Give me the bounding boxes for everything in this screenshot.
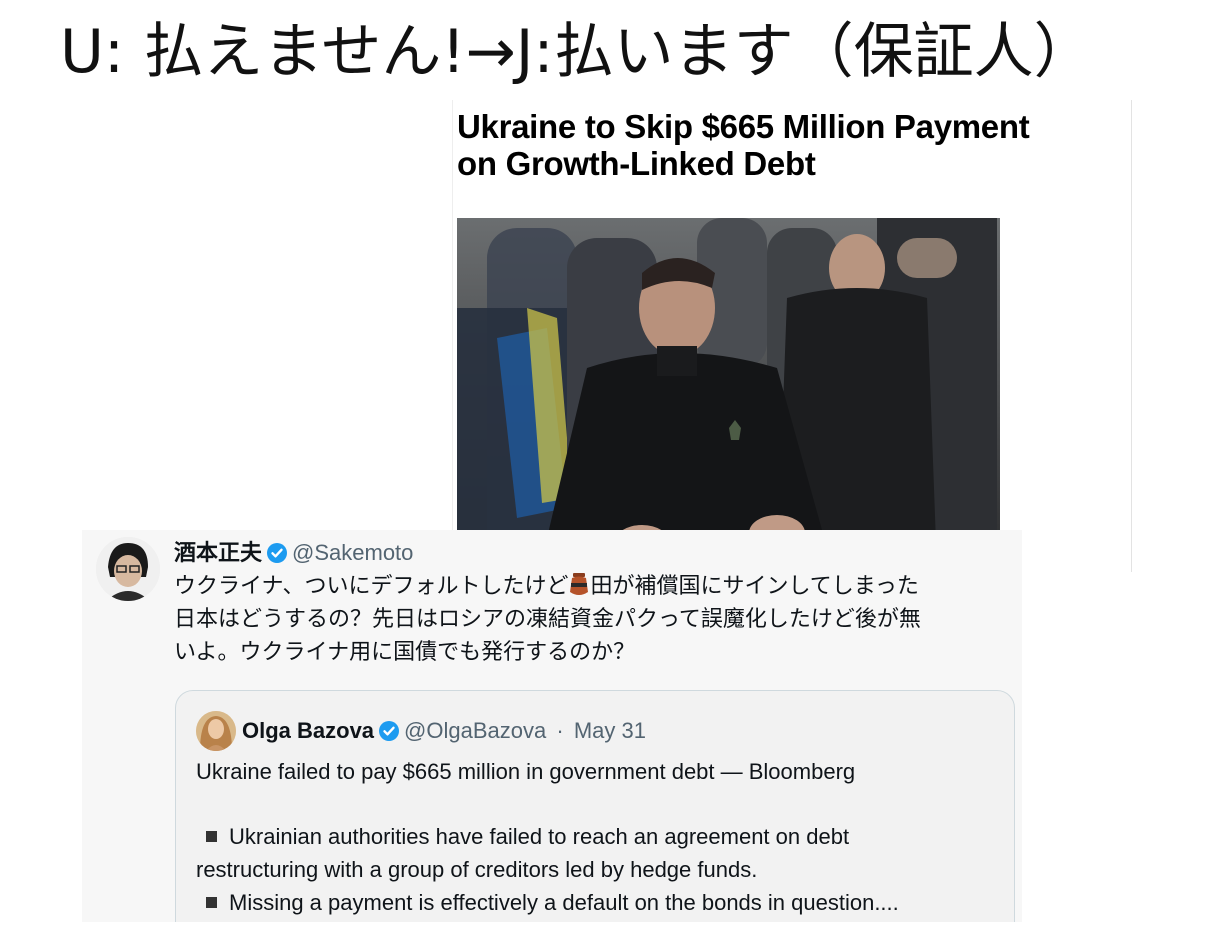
quote-header: Olga Bazova @OlgaBazova · May 31 [242,713,646,749]
quote-bullet-1-line-2: restructuring with a group of creditors … [196,857,758,882]
quote-body: Ukraine failed to pay $665 million in go… [196,755,1006,919]
quote-lead: Ukraine failed to pay $665 million in go… [196,759,856,784]
quote-bullet-1-line-1: Ukrainian authorities have failed to rea… [196,820,1006,853]
verified-badge-icon [267,543,288,563]
quoted-tweet[interactable]: Olga Bazova @OlgaBazova · May 31 Ukraine … [175,690,1015,922]
tweet-text-line-1: ウクライナ、ついにデフォルトしたけど 田が補償国にサインしてしまった [174,573,919,599]
quote-author-handle[interactable]: @OlgaBazova [404,718,546,743]
news-card: Ukraine to Skip $665 Million Payment on … [452,100,1132,572]
slide-title: U: 払えません!→J:払います（保証人） [60,17,1094,87]
quote-author-name[interactable]: Olga Bazova [242,718,374,743]
square-bullet-icon [206,831,217,843]
avatar[interactable] [96,537,160,601]
news-photo [457,218,1000,570]
verified-badge-icon [379,721,400,741]
tweet-header: 酒本正夫 @Sakemoto [174,536,413,570]
tweet-text: ウクライナ、ついにデフォルトしたけど 田が補償国にサインしてしまった 日本はどうす… [174,570,1014,669]
author-handle[interactable]: @Sakemoto [292,540,413,565]
news-headline: Ukraine to Skip $665 Million Payment on … [457,108,1137,182]
tweet-text-line-3: いよ。ウクライナ用に国債でも発行するのか？ [174,640,636,665]
headline-line-1: Ukraine to Skip $665 Million Payment [457,108,1030,145]
author-name[interactable]: 酒本正夫 [174,540,262,565]
quote-separator: · [556,718,564,743]
square-bullet-icon [206,897,217,909]
quote-avatar[interactable] [196,711,236,751]
quote-bullet-2: Missing a payment is effectively a defau… [196,886,1006,919]
tweet: 酒本正夫 @Sakemoto ウクライナ、ついにデフォルトしたけど 田が補償国にサイ… [82,530,1022,922]
quote-date[interactable]: May 31 [574,718,646,743]
tweet-text-line-2: 日本はどうするの？先日はロシアの凍結資金パクって誤魔化したけど後が無 [174,607,921,632]
headline-line-2: on Growth-Linked Debt [457,145,816,182]
pot-emoji-icon [570,573,589,595]
